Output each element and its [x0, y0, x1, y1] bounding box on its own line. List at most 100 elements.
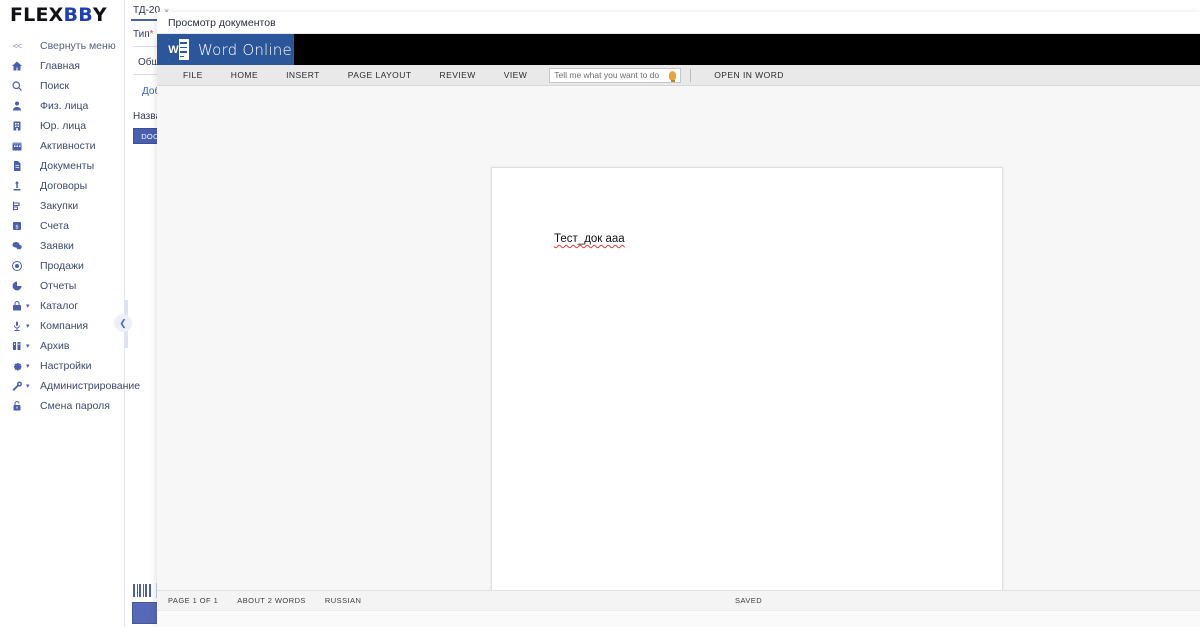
sidebar-item-administration[interactable]: ▾ Администрирование [0, 376, 140, 396]
sidebar-item-label: Договоры [40, 180, 88, 192]
sidebar-item-contracts[interactable]: ▾ Договоры [0, 176, 124, 196]
sidebar-item-legal-entities[interactable]: ▾ Юр. лица [0, 116, 124, 136]
sidebar-item-purchases[interactable]: ▾ Закупки [0, 196, 124, 216]
company-icon [8, 320, 26, 332]
sidebar-item-home[interactable]: ▾ Главная [0, 56, 124, 76]
reports-icon [8, 280, 26, 292]
sidebar-item-sales[interactable]: ▾ Продажи [0, 256, 124, 276]
tab-insert[interactable]: INSERT [272, 65, 334, 86]
chevron-down-icon[interactable]: ▾ [26, 343, 35, 350]
document-page[interactable]: Тест_док ааа [491, 167, 1003, 590]
document-icon [8, 160, 26, 172]
sidebar-item-documents[interactable]: ▾ Документы [0, 156, 124, 176]
tab-page-layout[interactable]: PAGE LAYOUT [334, 65, 426, 86]
sidebar-item-label: Юр. лица [40, 120, 87, 132]
sidebar-item-label: Отчеты [40, 280, 77, 292]
sidebar-item-label: Смена пароля [40, 400, 110, 412]
person-icon [8, 100, 26, 112]
status-page-count: PAGE 1 OF 1 [168, 596, 219, 605]
chevron-down-icon[interactable]: ▾ [26, 383, 35, 390]
tab-view[interactable]: VIEW [490, 65, 542, 86]
sidebar-item-label: Настройки [40, 360, 92, 372]
wrench-icon [8, 380, 26, 392]
sidebar-item-reports[interactable]: ▾ Отчеты [0, 276, 124, 296]
logo-part-3: Y [92, 4, 107, 26]
sidebar-item-catalog[interactable]: ▾ Каталог [0, 296, 124, 316]
open-in-word-button[interactable]: OPEN IN WORD [700, 65, 798, 86]
screen-root: ТД-20 × Тип* Общ Доб Назва DOC FLEX BB Y <… [0, 0, 1200, 627]
home-icon [8, 60, 26, 72]
tab-file[interactable]: FILE [169, 65, 217, 86]
modal-bottom-strip [157, 610, 1200, 627]
sidebar-item-archive[interactable]: ▾ Архив [0, 336, 124, 356]
word-icon: W [168, 39, 189, 60]
sidebar-item-label: Физ. лица [40, 100, 89, 112]
sidebar-item-company[interactable]: ▾ Компания [0, 316, 124, 336]
search-icon [8, 80, 26, 92]
chevron-down-icon[interactable]: ▾ [26, 363, 35, 370]
sidebar-collapse-label: Свернуть меню [40, 40, 116, 52]
tab-review[interactable]: REVIEW [425, 65, 489, 86]
sidebar-item-label: Продажи [40, 260, 84, 272]
document-body-text[interactable]: Тест_док ааа [554, 233, 625, 246]
chevron-down-icon[interactable]: ▾ [26, 323, 35, 330]
lock-icon [8, 400, 26, 412]
document-text-value: Тест_док ааа [554, 233, 625, 245]
sidebar-item-label: Активности [40, 140, 96, 152]
status-saved-badge: SAVED [735, 596, 763, 605]
sidebar-item-invoices[interactable]: $ ▾ Счета [0, 216, 124, 236]
field-label-type: Тип* [133, 29, 154, 40]
gear-icon [8, 360, 26, 372]
barcode-icon [133, 584, 151, 597]
archive-icon [8, 340, 26, 352]
sidebar-item-label: Заявки [40, 240, 74, 252]
logo-part-1: FLEX [10, 4, 64, 26]
request-icon [8, 240, 26, 252]
svg-text:$: $ [15, 224, 19, 230]
document-canvas: Тест_док ааа [157, 86, 1200, 590]
sidebar-item-label: Поиск [40, 80, 70, 92]
chevron-down-icon[interactable]: ▾ [26, 303, 35, 310]
chevron-double-left-icon: << [12, 41, 23, 51]
sidebar-item-search[interactable]: ▾ Поиск [0, 76, 124, 96]
sidebar-item-label: Архив [40, 340, 70, 352]
tell-me-box[interactable] [549, 67, 682, 83]
app-logo: FLEX BB Y [0, 0, 124, 30]
tell-me-input[interactable] [554, 70, 667, 80]
sidebar-collapse-handle-icon[interactable]: ❮ [114, 314, 132, 332]
sidebar: FLEXBBY << ▾ Свернуть меню ▾ Главная ▾ П… [0, 0, 140, 627]
word-online-app-name: Word Online [198, 40, 292, 59]
purchase-icon [8, 200, 26, 212]
building-icon [8, 120, 26, 132]
ribbon-divider [690, 68, 692, 82]
sidebar-collapse-menu[interactable]: << ▾ Свернуть меню [0, 36, 124, 56]
sidebar-item-settings[interactable]: ▾ Настройки [0, 356, 124, 376]
logo-part-2: BB [63, 4, 93, 26]
sidebar-item-label: Каталог [40, 300, 79, 312]
sidebar-item-requests[interactable]: ▾ Заявки [0, 236, 124, 256]
sidebar-item-change-password[interactable]: ▾ Смена пароля [0, 396, 124, 416]
modal-title-text: Просмотр документов [168, 16, 276, 29]
word-online-brand-bar: W Word Online [157, 34, 1200, 65]
sidebar-item-label: Закупки [40, 200, 79, 212]
sidebar-item-label: Главная [40, 60, 80, 72]
sidebar-item-label: Документы [40, 160, 95, 172]
document-viewer-modal: Просмотр документов W Word Online FILE H… [157, 12, 1200, 627]
sidebar-item-label: Компания [40, 320, 89, 332]
word-status-bar: PAGE 1 OF 1 ABOUT 2 WORDS RUSSIAN SAVED [157, 590, 1200, 610]
modal-title-bar: Просмотр документов [157, 12, 1200, 34]
sidebar-item-individuals[interactable]: ▾ Физ. лица [0, 96, 124, 116]
catalog-icon [8, 300, 26, 312]
sidebar-nav: << ▾ Свернуть меню ▾ Главная ▾ Поиск ▾ Ф… [0, 30, 140, 416]
status-language: RUSSIAN [324, 596, 362, 605]
lightbulb-icon [669, 70, 677, 82]
sidebar-item-label: Администрирование [40, 380, 141, 392]
record-tab-label: ТД-20 [133, 5, 161, 16]
sidebar-item-activities[interactable]: ▾ Активности [0, 136, 124, 156]
contract-icon [8, 180, 26, 192]
calendar-icon [8, 140, 26, 152]
sidebar-item-label: Счета [40, 220, 69, 232]
invoice-icon: $ [8, 220, 26, 232]
tab-home[interactable]: HOME [217, 65, 272, 86]
status-word-count: ABOUT 2 WORDS [237, 596, 306, 605]
